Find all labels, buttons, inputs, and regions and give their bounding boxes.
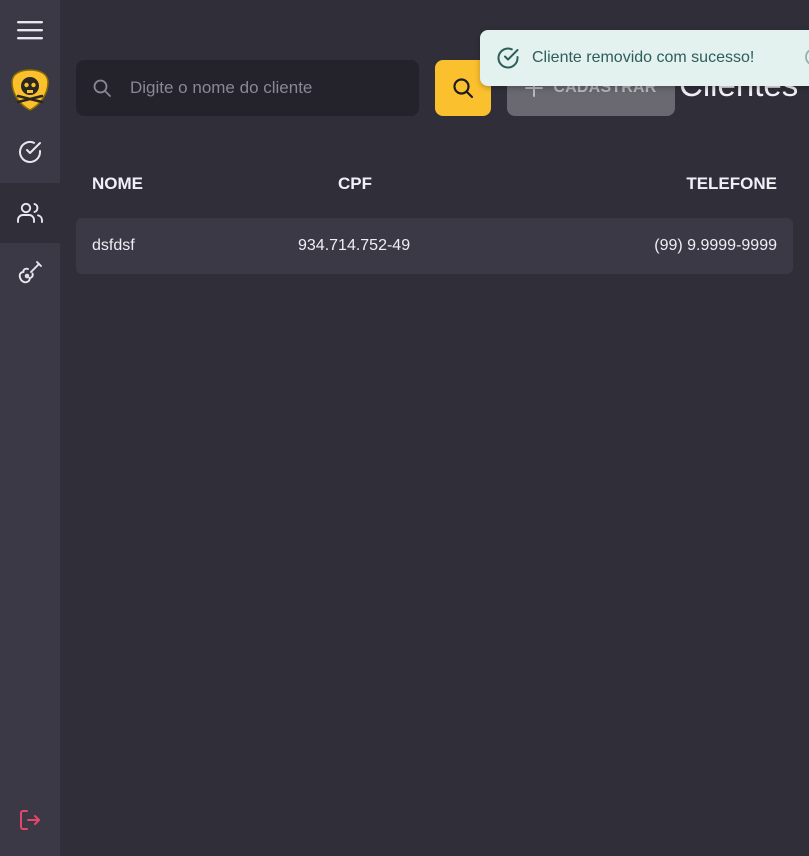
search-input[interactable] — [128, 67, 407, 109]
column-header-nome: NOME — [92, 174, 143, 193]
table-header: NOME CPF TELEFONE — [76, 164, 793, 204]
cell-nome: dsfdsf — [92, 237, 135, 254]
column-header-telefone: TELEFONE — [686, 174, 777, 193]
sidebar-item-clients[interactable] — [0, 183, 60, 243]
check-circle-icon — [19, 141, 41, 163]
sidebar-item-tasks[interactable] — [0, 122, 60, 182]
sidebar-item-instruments[interactable] — [0, 243, 60, 303]
check-circle-icon — [496, 46, 520, 70]
logo-badge-icon — [11, 69, 49, 111]
toast-message: Cliente removido com sucesso! — [532, 49, 755, 66]
logout-icon — [20, 810, 40, 830]
success-toast: Cliente removido com sucesso! — [480, 30, 809, 86]
table-row[interactable]: dsfdsf 934.714.752-49 (99) 9.9999-9999 — [76, 218, 793, 274]
logo — [0, 60, 60, 120]
cell-telefone: (99) 9.9999-9999 — [654, 237, 777, 254]
search-icon — [453, 78, 474, 99]
logout-button[interactable] — [0, 790, 60, 850]
close-icon[interactable] — [804, 47, 809, 67]
cell-cpf: 934.714.752-49 — [298, 237, 411, 254]
column-header-cpf: CPF — [338, 174, 372, 193]
sidebar — [0, 0, 60, 856]
users-icon — [17, 202, 43, 223]
search-box — [76, 60, 419, 116]
search-icon — [92, 78, 112, 98]
guitar-icon — [18, 261, 42, 284]
menu-button[interactable] — [0, 0, 60, 60]
menu-icon — [17, 21, 43, 40]
